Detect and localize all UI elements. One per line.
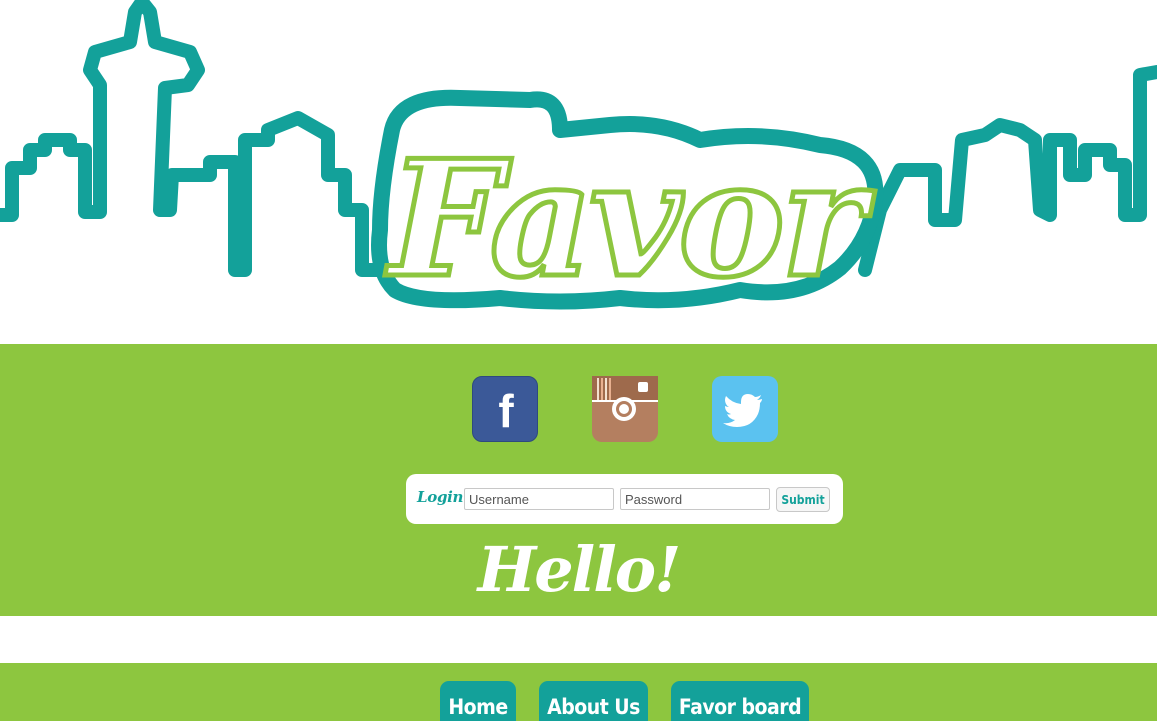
instagram-link[interactable]: [592, 376, 658, 442]
instagram-icon: [592, 376, 658, 421]
logo: Favor: [382, 123, 881, 316]
nav-about-button[interactable]: About Us: [539, 681, 648, 721]
facebook-icon: f: [498, 385, 514, 437]
password-input[interactable]: [620, 488, 770, 510]
facebook-link[interactable]: f: [472, 376, 538, 442]
login-label: Login:: [417, 488, 469, 506]
greeting-heading: Hello!: [477, 533, 682, 606]
nav-home-button[interactable]: Home: [440, 681, 516, 721]
username-input[interactable]: [464, 488, 614, 510]
svg-text:f: f: [498, 385, 514, 437]
twitter-link[interactable]: [712, 376, 778, 442]
header: Favor: [0, 0, 1157, 344]
twitter-icon: [723, 394, 762, 427]
logo-text: Favor: [385, 125, 875, 313]
login-form: Login: Submit: [406, 474, 843, 524]
nav-favor-board-button[interactable]: Favor board: [671, 681, 809, 721]
submit-button[interactable]: Submit: [776, 487, 830, 512]
page: Favor f Login: Username Submit Hello! Ho…: [0, 0, 1157, 721]
social-links: f: [472, 376, 782, 442]
